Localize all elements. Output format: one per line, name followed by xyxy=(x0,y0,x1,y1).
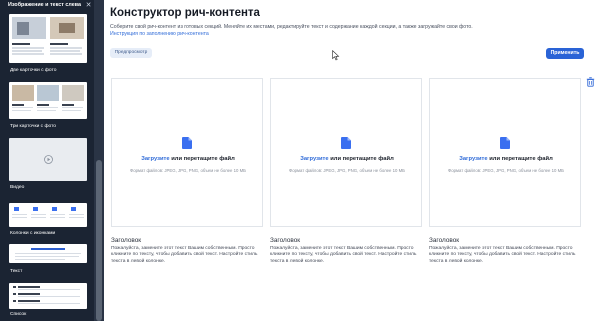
sidebar-scrollbar-thumb[interactable] xyxy=(96,160,102,321)
section-sidebar: Изображение и текст слева ✕ Две карточки… xyxy=(0,0,104,321)
trash-icon[interactable] xyxy=(586,77,595,87)
upload-hint: или перетащите файл xyxy=(487,156,553,162)
image-dropzone[interactable]: Загрузите или перетащите файл Формат фай… xyxy=(429,78,581,227)
play-icon xyxy=(44,155,53,164)
sidebar-item-label[interactable]: Текст xyxy=(10,268,94,275)
image-dropzone[interactable]: Загрузите или перетащите файл Формат фай… xyxy=(111,78,263,227)
sidebar-item-video-thumbnail[interactable] xyxy=(9,138,87,181)
file-icon xyxy=(182,137,192,149)
file-format-hint: Формат файлов: JPEG, JPG, PNG, объем не … xyxy=(448,168,564,173)
sidebar-item-label[interactable]: Видео xyxy=(10,184,94,191)
page-title: Конструктор рич-контента xyxy=(110,7,260,19)
image-dropzone[interactable]: Загрузите или перетащите файл Формат фай… xyxy=(270,78,422,227)
sidebar-item-icon-columns-thumbnail[interactable] xyxy=(9,203,87,227)
main-content: Конструктор рич-контента Соберите свой р… xyxy=(104,0,600,321)
file-icon xyxy=(500,137,510,149)
sidebar-item-text-thumbnail[interactable] xyxy=(9,244,87,263)
page-subtitle: Соберите свой рич-контент из готовых сек… xyxy=(110,24,473,30)
card-heading[interactable]: Заголовок xyxy=(429,237,459,244)
file-format-hint: Формат файлов: JPEG, JPG, PNG, объем не … xyxy=(289,168,405,173)
card-text[interactable]: Пожалуйста, замените этот текст Вашим со… xyxy=(111,246,271,265)
close-icon[interactable]: ✕ xyxy=(84,0,93,11)
sidebar-item-label[interactable]: Список xyxy=(10,311,94,318)
preview-button[interactable]: Предпросмотр xyxy=(110,48,152,58)
mouse-cursor-icon xyxy=(332,50,340,61)
upload-hint: или перетащите файл xyxy=(328,156,394,162)
sidebar-item-label[interactable]: Две карточки с фото xyxy=(10,67,94,74)
sidebar-item-two-photo-cards-thumbnail[interactable] xyxy=(9,14,87,63)
sidebar-item-label[interactable]: Три карточки с фото xyxy=(10,123,94,130)
file-icon xyxy=(341,137,351,149)
upload-link[interactable]: Загрузите xyxy=(459,156,487,162)
file-format-hint: Формат файлов: JPEG, JPG, PNG, объем не … xyxy=(130,168,246,173)
card-text[interactable]: Пожалуйста, замените этот текст Вашим со… xyxy=(429,246,589,265)
upload-prompt: Загрузите или перетащите файл xyxy=(112,156,264,162)
sidebar-item-label[interactable]: Колонки с иконками xyxy=(10,230,94,237)
card-heading[interactable]: Заголовок xyxy=(111,237,141,244)
card-heading[interactable]: Заголовок xyxy=(270,237,300,244)
sidebar-item-three-photo-cards-thumbnail[interactable] xyxy=(9,82,87,119)
upload-prompt: Загрузите или перетащите файл xyxy=(271,156,423,162)
card-text[interactable]: Пожалуйста, замените этот текст Вашим со… xyxy=(270,246,430,265)
sidebar-header: Изображение и текст слева xyxy=(8,2,81,8)
upload-link[interactable]: Загрузите xyxy=(300,156,328,162)
apply-button[interactable]: Применить xyxy=(546,48,584,59)
upload-link[interactable]: Загрузите xyxy=(141,156,169,162)
sidebar-item-list-thumbnail[interactable] xyxy=(9,283,87,309)
instruction-link[interactable]: Инструкция по заполнению рич-контента xyxy=(110,31,209,37)
upload-hint: или перетащите файл xyxy=(169,156,235,162)
upload-prompt: Загрузите или перетащите файл xyxy=(430,156,582,162)
